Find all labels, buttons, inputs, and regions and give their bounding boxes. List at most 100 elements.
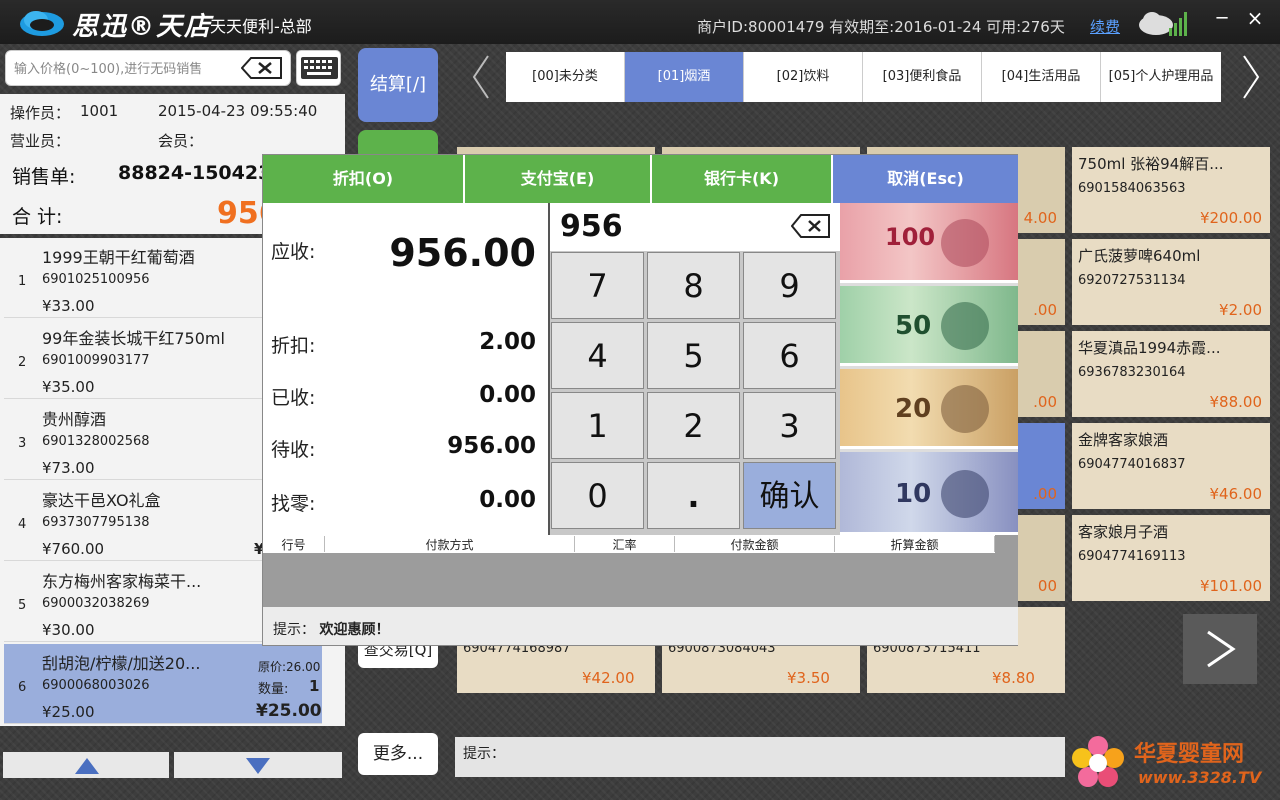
key-4[interactable]: 4 <box>551 322 644 389</box>
shop-name: 天天便利-总部 <box>210 17 312 36</box>
brand-name: 华夏婴童网 <box>1134 742 1245 767</box>
key-5[interactable]: 5 <box>647 322 740 389</box>
item-number: 2 <box>18 355 27 370</box>
product-name: 华夏滇品1994赤霞... <box>1078 339 1221 357</box>
backspace-icon[interactable] <box>241 56 283 80</box>
item-barcode: 6901025100956 <box>42 272 150 287</box>
bill-20-button[interactable]: 20 <box>840 369 1018 449</box>
banknote-100-icon: 100 <box>885 219 989 267</box>
product-tile[interactable]: 客家娘月子酒 6904774169113 ¥101.00 <box>1072 515 1270 601</box>
backspace-icon[interactable] <box>791 213 831 239</box>
product-name: 金牌客家娘酒 <box>1078 431 1169 449</box>
chevron-left-icon[interactable] <box>468 52 494 102</box>
product-price: ¥88.00 <box>1209 393 1263 411</box>
key-decimal[interactable]: . <box>647 462 740 529</box>
product-barcode: 6904774016837 <box>1078 457 1186 472</box>
bank-card-button[interactable]: 银行卡(K) <box>652 155 831 203</box>
item-price: ¥33.00 <box>42 297 95 315</box>
keyboard-icon <box>301 57 338 79</box>
more-button[interactable]: 更多... <box>358 733 438 775</box>
cancel-button[interactable]: 取消(Esc) <box>833 155 1018 203</box>
product-barcode: 6901584063563 <box>1078 181 1186 196</box>
discount-button[interactable]: 折扣(O) <box>263 155 463 203</box>
discount-label: 折扣: <box>271 335 316 357</box>
next-page-button[interactable] <box>1183 614 1257 684</box>
key-7[interactable]: 7 <box>551 252 644 319</box>
tab-category-05[interactable]: [05]个人护理用品 <box>1101 52 1221 102</box>
tab-category-03[interactable]: [03]便利食品 <box>863 52 982 102</box>
tab-category-01[interactable]: [01]烟酒 <box>625 52 744 102</box>
item-barcode: 6900032038269 <box>42 596 150 611</box>
key-8[interactable]: 8 <box>647 252 740 319</box>
product-price: ¥8.80 <box>992 669 1035 687</box>
product-tile[interactable]: 华夏滇品1994赤霞... 6936783230164 ¥88.00 <box>1072 331 1270 417</box>
title-bar: 思迅®天店 天天便利-总部 商户ID:80001479 有效期至:2016-01… <box>0 0 1280 44</box>
close-button[interactable]: × <box>1243 6 1267 30</box>
bill-100-button[interactable]: 100 <box>840 203 1018 283</box>
product-name: 广氏菠萝啤640ml <box>1078 247 1201 265</box>
brand-watermark: 华夏婴童网 www.3328.TV <box>1068 728 1268 792</box>
payment-table-header: 行号 付款方式 汇率 付款金额 折算金额 <box>263 535 995 553</box>
product-price: ¥42.00 <box>582 669 635 687</box>
datetime: 2015-04-23 09:55:40 <box>158 102 318 120</box>
item-number: 5 <box>18 598 27 613</box>
product-price: ¥2.00 <box>1219 301 1262 319</box>
key-1[interactable]: 1 <box>551 392 644 459</box>
item-number: 1 <box>18 274 27 289</box>
arrow-up-icon <box>75 758 99 774</box>
bill-50-button[interactable]: 50 <box>840 286 1018 366</box>
confirm-button[interactable]: 确认 <box>743 462 836 529</box>
bill-10-button[interactable]: 10 <box>840 452 1018 535</box>
operator-value: 1001 <box>80 102 119 120</box>
tab-category-04[interactable]: [04]生活用品 <box>982 52 1101 102</box>
product-tile[interactable]: 金牌客家娘酒 6904774016837 ¥46.00 <box>1072 423 1270 509</box>
item-name: 99年金装长城干红750ml <box>42 329 225 348</box>
key-3[interactable]: 3 <box>743 392 836 459</box>
due-value: 956.00 <box>389 231 536 275</box>
bill-100-label: 100 <box>885 223 935 251</box>
bill-10-label: 10 <box>895 479 931 509</box>
minimize-button[interactable]: ─ <box>1212 8 1232 29</box>
column-header: 折算金额 <box>835 536 995 552</box>
product-name: 客家娘月子酒 <box>1078 523 1169 541</box>
received-value: 0.00 <box>479 382 536 408</box>
alipay-button[interactable]: 支付宝(E) <box>465 155 650 203</box>
payment-summary: 应收: 956.00 折扣: 2.00 已收: 0.00 待收: 956.00 … <box>263 203 550 535</box>
column-header: 付款方式 <box>325 536 575 552</box>
product-price: ¥101.00 <box>1199 577 1262 595</box>
quick-cash-buttons: 100 50 20 10 <box>840 203 1018 535</box>
product-price: ¥200.00 <box>1199 209 1262 227</box>
product-tile[interactable]: 750ml 张裕94解百... 6901584063563 ¥200.00 <box>1072 147 1270 233</box>
item-original-price: 原价:26.00 <box>258 660 321 674</box>
brand-url: www.3328.TV <box>1138 768 1262 787</box>
dialog-tip: 提示： 欢迎惠顾！ <box>263 607 1018 645</box>
tab-category-00[interactable]: [00]未分类 <box>506 52 625 102</box>
key-2[interactable]: 2 <box>647 392 740 459</box>
tip-text: 欢迎惠顾！ <box>319 622 390 638</box>
checkout-button[interactable]: 结算[/] <box>358 48 438 122</box>
item-name: 刮胡泡/柠檬/加送20... <box>42 654 201 673</box>
keyboard-button[interactable] <box>296 50 341 86</box>
salesman-label: 营业员： <box>10 132 71 150</box>
status-tip: 提示： <box>455 737 1065 777</box>
member-label: 会员： <box>158 132 204 150</box>
received-label: 已收: <box>271 387 316 409</box>
key-9[interactable]: 9 <box>743 252 836 319</box>
key-6[interactable]: 6 <box>743 322 836 389</box>
list-item-selected[interactable]: 6 刮胡泡/柠檬/加送20... 6900068003026 ¥25.00 原价… <box>4 644 322 724</box>
chevron-right-icon[interactable] <box>1238 52 1264 102</box>
key-0[interactable]: 0 <box>551 462 644 529</box>
product-price: ¥46.00 <box>1209 485 1263 503</box>
product-tile[interactable]: 广氏菠萝啤640ml 6920727531134 ¥2.00 <box>1072 239 1270 325</box>
item-price: ¥35.00 <box>42 378 95 396</box>
tab-category-02[interactable]: [02]饮料 <box>744 52 863 102</box>
banknote-20-icon: 20 <box>895 385 989 433</box>
banknote-50-icon: 50 <box>895 302 989 350</box>
change-value: 0.00 <box>479 487 536 513</box>
flower-logo-icon <box>1072 736 1124 787</box>
item-price: ¥73.00 <box>42 459 95 477</box>
item-number: 4 <box>18 517 27 532</box>
price-input[interactable] <box>14 59 240 79</box>
item-barcode: 6901009903177 <box>42 353 150 368</box>
renew-link[interactable]: 续费 <box>1090 16 1120 37</box>
